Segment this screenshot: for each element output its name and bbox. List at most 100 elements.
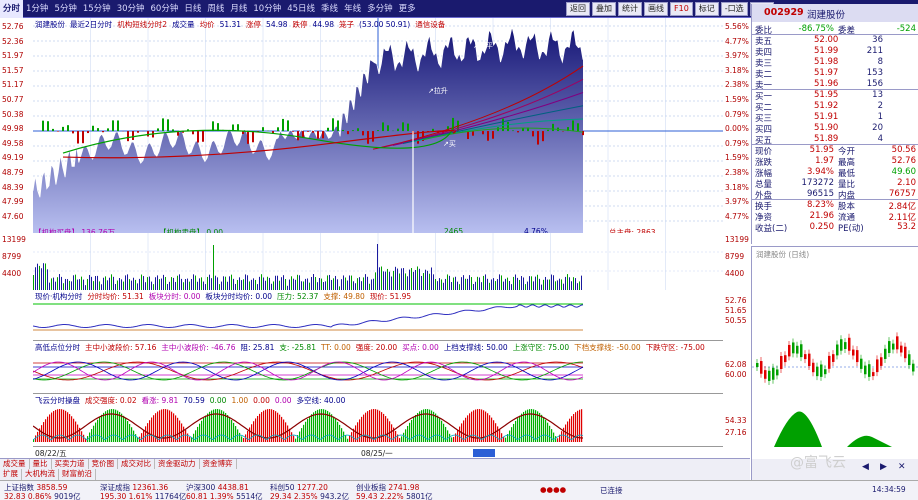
period-tab[interactable]: 15分钟	[80, 0, 114, 18]
price-chart[interactable]: ↗短平 ↗拉升 ↗买	[32, 18, 723, 233]
bid-price: 51.95	[814, 90, 839, 100]
axis-label: 3.97%	[725, 51, 749, 61]
volume-bar	[277, 275, 278, 290]
indicator2-plot[interactable]: 高低点位分时 主中小波段价: 57.16 主中小波段价: -46.76 阻: 25.8…	[32, 341, 723, 394]
axis-label: 50.55	[725, 316, 747, 325]
histogram-bar	[549, 425, 551, 442]
indicator-tab[interactable]: 大机构流	[22, 469, 59, 480]
volume-bar	[233, 278, 234, 290]
kline-body	[816, 366, 819, 377]
indicator-panel-3[interactable]: 飞云分时操盘 成交强度: 0.02 看涨: 9.81 70.59 0.00 1.00 0.0…	[0, 394, 750, 446]
period-tab[interactable]: 更多	[396, 0, 419, 18]
histogram-bar	[415, 414, 417, 442]
volume-bar	[51, 278, 52, 290]
volume-bar	[289, 279, 290, 290]
macd-bar	[402, 122, 404, 132]
toolbar-button[interactable]: 画线	[644, 2, 668, 16]
period-tab[interactable]: 60分钟	[148, 0, 182, 18]
histogram-bar	[197, 426, 199, 442]
toolbar-button[interactable]: 叠加	[592, 2, 616, 16]
histogram-bar	[571, 416, 573, 442]
indicator-tab[interactable]: 量比	[30, 459, 52, 469]
indicator-value: 上涨守区: 75.00	[512, 343, 570, 352]
histogram-bar	[561, 431, 563, 442]
histogram-bar	[287, 425, 289, 442]
quote-label: 收益(二)	[755, 224, 788, 234]
indicator-panel-2[interactable]: 高低点位分时 主中小波段价: 57.16 主中小波段价: -46.76 阻: 25.8…	[0, 341, 750, 394]
indicator-tab[interactable]: 资金驱动力	[155, 459, 200, 469]
toolbar-button[interactable]: 标记	[694, 2, 719, 16]
indicator3-plot[interactable]: 飞云分时操盘 成交强度: 0.02 看涨: 9.81 70.59 0.00 1.00 0.0…	[32, 394, 723, 446]
indicator-tab[interactable]: 扩展	[0, 469, 22, 480]
indicator-tab[interactable]: 竞价图	[89, 459, 118, 469]
indicator-tab[interactable]: 资金博弈	[200, 459, 237, 469]
period-tab[interactable]: 日线	[181, 0, 204, 18]
period-tab[interactable]: 10分钟	[250, 0, 284, 18]
chart-annotation: ↗拉升	[428, 86, 448, 95]
volume-bar	[61, 276, 62, 290]
volume-bar	[555, 281, 556, 290]
histogram-bar	[253, 421, 255, 442]
histogram-bar	[185, 429, 187, 442]
indicator-panel-1[interactable]: 现价·机构分时 分时均价: 51.31 板块分时: 0.00 板块分时均价: 0.00…	[0, 290, 750, 341]
volume-panel[interactable]: 13199 8799 4400 13199 8799 4400	[0, 233, 750, 290]
histogram-bar	[307, 418, 309, 442]
toolbar-button[interactable]: F10	[670, 2, 693, 16]
main-title-item: (53.00 50.91)	[359, 20, 411, 29]
axis-label: 3.18%	[725, 65, 749, 75]
toolbar-button[interactable]: 统计	[618, 2, 642, 16]
volume-chart[interactable]	[33, 233, 723, 290]
histogram-bar	[313, 412, 315, 442]
kline-body	[796, 345, 799, 354]
period-tab[interactable]: 30分钟	[114, 0, 148, 18]
volume-bar	[227, 281, 228, 290]
indicator-tab[interactable]: 财富前沿	[59, 469, 96, 480]
quote-row: 总量 173272 量比 2.10	[752, 178, 918, 190]
volume-bar	[171, 277, 172, 290]
indicator-tab[interactable]: 成交对比	[118, 459, 155, 469]
kline-body	[876, 359, 879, 373]
macd-bar	[262, 127, 264, 132]
macd-bar	[132, 131, 134, 140]
period-tab[interactable]: 5分钟	[51, 0, 79, 18]
close-icon[interactable]: ✕	[898, 462, 906, 472]
period-tab[interactable]: 周线	[204, 0, 227, 18]
period-tab[interactable]: 多分钟	[364, 0, 396, 18]
ask-row: 卖四 51.99 211	[752, 46, 918, 58]
daily-mini-chart[interactable]: 润建股份 (日线)	[751, 246, 918, 461]
kline-body	[864, 365, 867, 375]
volume-bar	[383, 271, 384, 290]
intraday-price-panel[interactable]: 52.76 52.36 51.97 51.57 51.17 50.77 50.38 49.98…	[0, 18, 750, 237]
volume-bar	[151, 281, 152, 290]
volume-bar	[545, 276, 546, 290]
histogram-bar	[545, 419, 547, 442]
period-tab[interactable]: 45日线	[284, 0, 318, 18]
time-scroll-thumb[interactable]	[473, 449, 495, 457]
axis-label: 51.97	[2, 51, 24, 61]
stock-code[interactable]: 002929	[764, 7, 804, 18]
axis-label: 47.99	[2, 197, 24, 207]
histogram-bar	[57, 409, 59, 442]
mini-kline-chart[interactable]	[752, 247, 918, 460]
indicator-tab[interactable]: 买卖力道	[52, 459, 89, 469]
period-tab[interactable]: 季线	[318, 0, 341, 18]
period-tab[interactable]: 年线	[341, 0, 364, 18]
toolbar-button[interactable]: -口选	[720, 2, 748, 16]
price-plot[interactable]: ↗短平 ↗拉升 ↗买 润建股份 最近2日分时 机构短线分时2 成交量 均价 51.31 涨停 54…	[32, 18, 723, 233]
period-tab[interactable]: 月线	[227, 0, 250, 18]
next-icon[interactable]: ▶	[880, 462, 887, 472]
histogram-bar	[345, 435, 347, 442]
index-item-detail: 59.43 2.22% 5801亿	[356, 491, 433, 500]
volume-plot[interactable]	[33, 233, 723, 290]
indicator-tab[interactable]: 成交量	[0, 459, 30, 469]
volume-bar	[155, 277, 156, 290]
period-tab[interactable]: 分时	[0, 0, 24, 18]
prev-icon[interactable]: ◀	[862, 462, 869, 472]
volume-bar	[229, 276, 230, 290]
indicator1-plot[interactable]: 现价·机构分时 分时均价: 51.31 板块分时: 0.00 板块分时均价: 0.00…	[32, 290, 723, 341]
period-tab[interactable]: 1分钟	[23, 0, 51, 18]
volume-bar	[53, 277, 54, 290]
volume-bar	[261, 274, 262, 290]
macd-bar	[347, 131, 349, 135]
toolbar-button[interactable]: 返回	[566, 2, 590, 16]
